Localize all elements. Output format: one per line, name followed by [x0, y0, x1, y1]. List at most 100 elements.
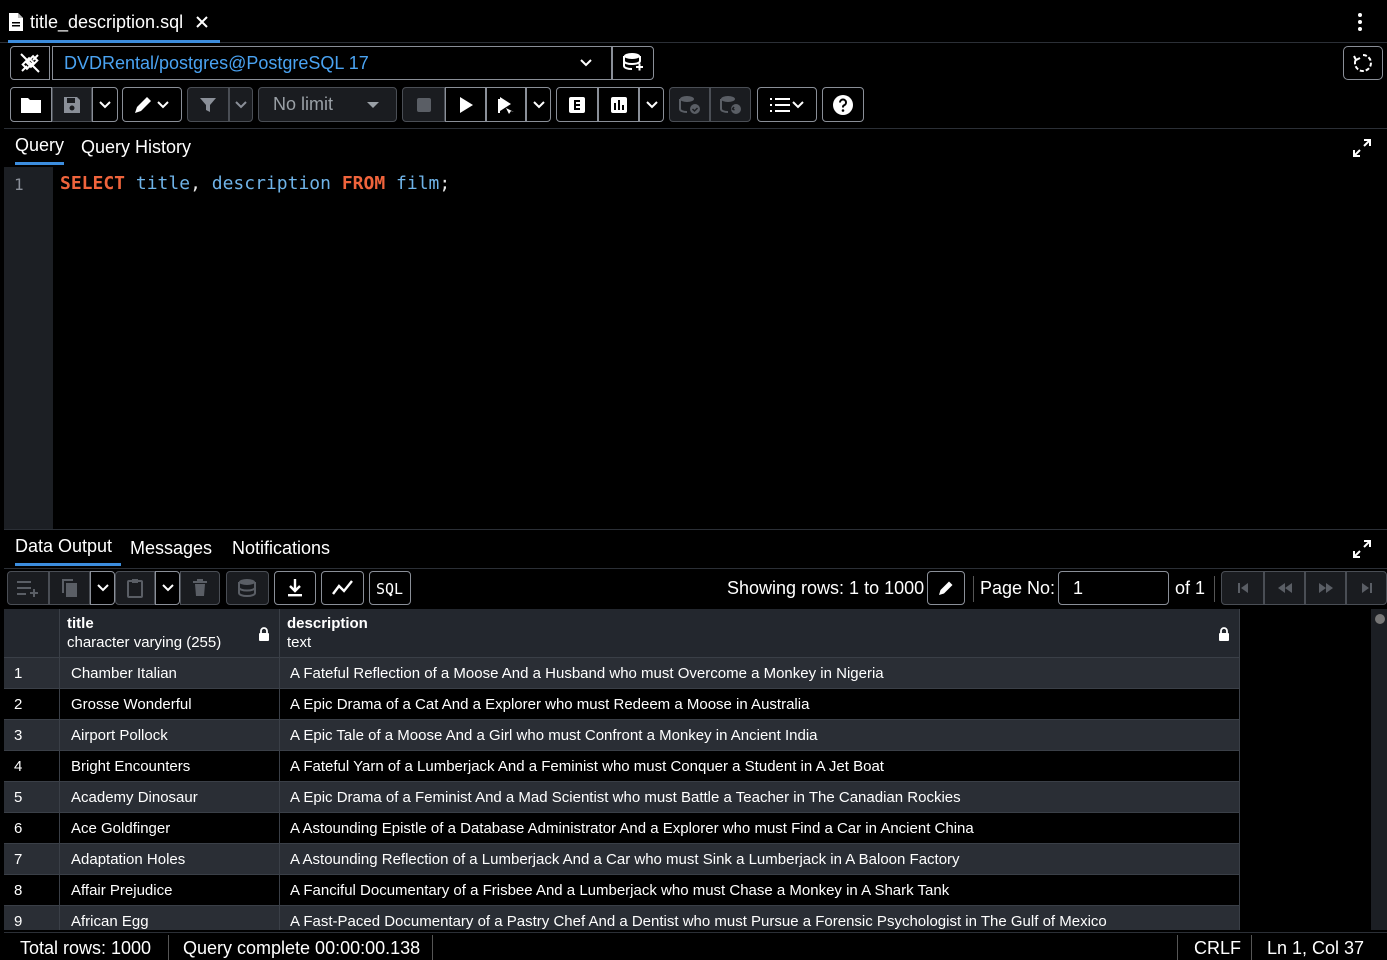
table-row[interactable]: 9 African Egg A Fast-Paced Documentary of …	[4, 906, 1240, 930]
chevron-down-icon	[791, 99, 805, 111]
cell-description[interactable]: A Epic Tale of a Moose And a Girl who mu…	[280, 720, 1240, 750]
chevron-down-icon	[645, 99, 659, 111]
maximize-editor-icon[interactable]	[1353, 139, 1371, 157]
table-row[interactable]: 7 Adaptation Holes A Astounding Reflection…	[4, 844, 1240, 875]
row-number[interactable]: 4	[4, 751, 60, 781]
next-page-button[interactable]	[1305, 571, 1346, 605]
table-row[interactable]: 4 Bright Encounters A Fateful Yarn of a Lu…	[4, 751, 1240, 782]
previous-page-button[interactable]	[1264, 571, 1305, 605]
explain-analyze-button[interactable]	[598, 87, 639, 122]
commit-button[interactable]	[669, 87, 710, 122]
column-header-description[interactable]: description text	[280, 609, 1240, 657]
cell-description[interactable]: A Astounding Epistle of a Database Admin…	[280, 813, 1240, 843]
cell-title[interactable]: Affair Prejudice	[60, 875, 280, 905]
table-row[interactable]: 8 Affair Prejudice A Fanciful Documentary …	[4, 875, 1240, 906]
table-row[interactable]: 1 Chamber Italian A Fateful Reflection of …	[4, 658, 1240, 689]
row-number[interactable]: 5	[4, 782, 60, 812]
cell-title[interactable]: African Egg	[60, 906, 280, 930]
paste-options-button[interactable]	[155, 571, 180, 605]
last-page-button[interactable]	[1346, 571, 1387, 605]
tab-query-history[interactable]: Query History	[81, 129, 191, 165]
tab-notifications[interactable]: Notifications	[232, 530, 330, 566]
cell-title[interactable]: Bright Encounters	[60, 751, 280, 781]
refresh-button[interactable]	[1343, 46, 1383, 80]
row-number[interactable]: 3	[4, 720, 60, 750]
save-options-button[interactable]	[92, 87, 118, 122]
more-options-icon[interactable]	[1350, 10, 1370, 34]
page-number-input[interactable]	[1058, 571, 1169, 605]
tab-data-output[interactable]: Data Output	[15, 530, 122, 566]
column-header-title[interactable]: title character varying (255)	[60, 609, 280, 657]
stop-button[interactable]	[402, 87, 445, 122]
graph-visualiser-button[interactable]	[321, 571, 364, 605]
cell-description[interactable]: A Fanciful Documentary of a Frisbee And …	[280, 875, 1240, 905]
row-number[interactable]: 9	[4, 906, 60, 930]
cell-description[interactable]: A Fateful Yarn of a Lumberjack And a Fem…	[280, 751, 1240, 781]
cell-title[interactable]: Airport Pollock	[60, 720, 280, 750]
cell-title[interactable]: Grosse Wonderful	[60, 689, 280, 719]
row-number[interactable]: 6	[4, 813, 60, 843]
connection-select[interactable]: DVDRental/postgres@PostgreSQL 17	[52, 46, 612, 80]
scrollbar-thumb[interactable]	[1375, 614, 1385, 624]
delete-row-button[interactable]	[180, 571, 220, 605]
sql-button[interactable]: SQL	[369, 571, 411, 605]
row-number[interactable]: 8	[4, 875, 60, 905]
cell-description[interactable]: A Astounding Reflection of a Lumberjack …	[280, 844, 1240, 874]
cell-description[interactable]: A Epic Drama of a Cat And a Explorer who…	[280, 689, 1240, 719]
first-page-button[interactable]	[1221, 571, 1264, 605]
close-icon[interactable]	[195, 15, 209, 29]
paste-button[interactable]	[115, 571, 155, 605]
filter-button[interactable]	[187, 87, 229, 122]
query-tabs: Query Query History	[4, 128, 1387, 168]
save-data-button[interactable]	[226, 571, 269, 605]
vertical-scrollbar[interactable]	[1371, 609, 1387, 930]
open-file-button[interactable]	[10, 87, 52, 122]
execute-options-button[interactable]	[526, 87, 551, 122]
cell-title[interactable]: Adaptation Holes	[60, 844, 280, 874]
table-row[interactable]: 3 Airport Pollock A Epic Tale of a Moose A…	[4, 720, 1240, 751]
execute-script-button[interactable]	[486, 87, 526, 122]
new-connection-button[interactable]	[612, 46, 654, 80]
save-button[interactable]	[52, 87, 92, 122]
explain-options-button[interactable]	[639, 87, 664, 122]
row-number[interactable]: 7	[4, 844, 60, 874]
sql-editor[interactable]	[53, 167, 1387, 529]
execute-button[interactable]	[445, 87, 486, 122]
divider	[1251, 935, 1252, 960]
edit-page-range-button[interactable]	[927, 571, 965, 605]
row-limit-select[interactable]: No limit	[258, 87, 397, 122]
line-ending-status[interactable]: CRLF	[1194, 938, 1241, 959]
filter-options-button[interactable]	[229, 87, 253, 122]
explain-button[interactable]	[556, 87, 598, 122]
macros-button[interactable]	[757, 87, 817, 122]
row-number[interactable]: 2	[4, 689, 60, 719]
cell-description[interactable]: A Fast-Paced Documentary of a Pastry Che…	[280, 906, 1240, 930]
rollback-button[interactable]	[710, 87, 751, 122]
tab-query[interactable]: Query	[15, 129, 65, 165]
edit-options-button[interactable]	[122, 87, 182, 122]
help-button[interactable]	[822, 87, 864, 122]
cell-description[interactable]: A Epic Drama of a Feminist And a Mad Sci…	[280, 782, 1240, 812]
cell-title[interactable]: Ace Goldfinger	[60, 813, 280, 843]
sql-code-line[interactable]: SELECT title, description FROM film;	[60, 173, 450, 194]
cell-title[interactable]: Chamber Italian	[60, 658, 280, 688]
row-number-header[interactable]	[4, 609, 60, 657]
tab-messages[interactable]: Messages	[130, 530, 212, 566]
pencil-icon	[133, 95, 155, 115]
divider	[1214, 576, 1215, 602]
copy-options-button[interactable]	[90, 571, 115, 605]
tab-title-description[interactable]: title_description.sql	[8, 4, 220, 43]
cell-description[interactable]: A Fateful Reflection of a Moose And a Hu…	[280, 658, 1240, 688]
table-row[interactable]: 6 Ace Goldfinger A Astounding Epistle of a…	[4, 813, 1240, 844]
maximize-output-icon[interactable]	[1353, 540, 1371, 558]
download-button[interactable]	[274, 571, 316, 605]
semicolon: ;	[439, 173, 451, 194]
table-row[interactable]: 2 Grosse Wonderful A Epic Drama of a Cat A…	[4, 689, 1240, 720]
table-row[interactable]: 5 Academy Dinosaur A Epic Drama of a Femin…	[4, 782, 1240, 813]
connection-status-button[interactable]	[10, 46, 50, 80]
cell-title[interactable]: Academy Dinosaur	[60, 782, 280, 812]
skip-last-icon	[1360, 581, 1374, 595]
add-row-button[interactable]	[7, 571, 49, 605]
row-number[interactable]: 1	[4, 658, 60, 688]
copy-button[interactable]	[49, 571, 90, 605]
